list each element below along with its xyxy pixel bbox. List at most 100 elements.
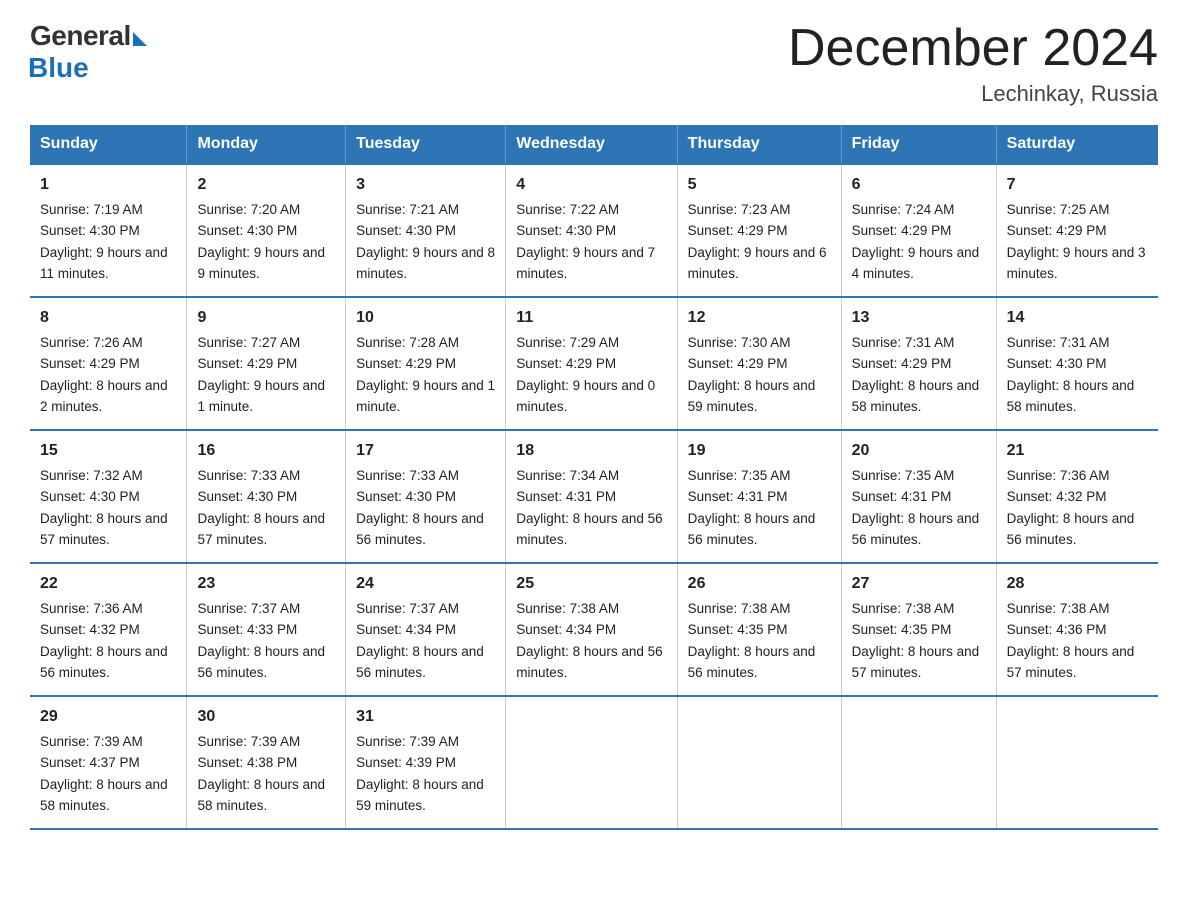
day-number: 22	[40, 572, 176, 596]
logo-arrow-icon	[133, 32, 147, 46]
day-number: 27	[852, 572, 986, 596]
day-number: 19	[688, 439, 831, 463]
calendar-week-row: 22 Sunrise: 7:36 AMSunset: 4:32 PMDayligh…	[30, 563, 1158, 696]
calendar-cell: 19 Sunrise: 7:35 AMSunset: 4:31 PMDayligh…	[677, 430, 841, 563]
day-number: 11	[516, 306, 666, 330]
calendar-cell: 13 Sunrise: 7:31 AMSunset: 4:29 PMDayligh…	[841, 297, 996, 430]
calendar-cell: 30Sunrise: 7:39 AMSunset: 4:38 PMDayligh…	[187, 696, 346, 829]
day-info: Sunrise: 7:33 AMSunset: 4:30 PMDaylight:…	[197, 468, 325, 547]
day-info: Sunrise: 7:36 AMSunset: 4:32 PMDaylight:…	[1007, 468, 1135, 547]
day-number: 17	[356, 439, 495, 463]
day-info: Sunrise: 7:31 AMSunset: 4:30 PMDaylight:…	[1007, 335, 1135, 414]
day-info: Sunrise: 7:38 AMSunset: 4:34 PMDaylight:…	[516, 601, 662, 680]
day-info: Sunrise: 7:28 AMSunset: 4:29 PMDaylight:…	[356, 335, 495, 414]
day-number: 10	[356, 306, 495, 330]
weekday-header-saturday: Saturday	[996, 125, 1158, 164]
day-info: Sunrise: 7:38 AMSunset: 4:36 PMDaylight:…	[1007, 601, 1135, 680]
calendar-week-row: 15 Sunrise: 7:32 AMSunset: 4:30 PMDayligh…	[30, 430, 1158, 563]
calendar-cell: 16 Sunrise: 7:33 AMSunset: 4:30 PMDayligh…	[187, 430, 346, 563]
day-info: Sunrise: 7:27 AMSunset: 4:29 PMDaylight:…	[197, 335, 325, 414]
calendar-cell: 2 Sunrise: 7:20 AMSunset: 4:30 PMDaylight…	[187, 164, 346, 297]
calendar-cell: 21 Sunrise: 7:36 AMSunset: 4:32 PMDayligh…	[996, 430, 1158, 563]
calendar-cell: 11Sunrise: 7:29 AMSunset: 4:29 PMDayligh…	[506, 297, 677, 430]
page-title: December 2024	[788, 20, 1158, 77]
day-info: Sunrise: 7:31 AMSunset: 4:29 PMDaylight:…	[852, 335, 980, 414]
day-info: Sunrise: 7:23 AMSunset: 4:29 PMDaylight:…	[688, 202, 827, 281]
logo: General Blue	[30, 20, 147, 84]
calendar-header: SundayMondayTuesdayWednesdayThursdayFrid…	[30, 125, 1158, 164]
calendar-cell	[996, 696, 1158, 829]
day-info: Sunrise: 7:26 AMSunset: 4:29 PMDaylight:…	[40, 335, 168, 414]
day-info: Sunrise: 7:35 AMSunset: 4:31 PMDaylight:…	[852, 468, 980, 547]
calendar-cell: 29 Sunrise: 7:39 AMSunset: 4:37 PMDayligh…	[30, 696, 187, 829]
calendar-cell: 12 Sunrise: 7:30 AMSunset: 4:29 PMDayligh…	[677, 297, 841, 430]
day-info: Sunrise: 7:22 AMSunset: 4:30 PMDaylight:…	[516, 202, 655, 281]
day-number: 16	[197, 439, 335, 463]
calendar-cell: 10 Sunrise: 7:28 AMSunset: 4:29 PMDayligh…	[346, 297, 506, 430]
day-number: 9	[197, 306, 335, 330]
day-number: 29	[40, 705, 176, 729]
weekday-header-thursday: Thursday	[677, 125, 841, 164]
calendar-cell	[841, 696, 996, 829]
day-number: 14	[1007, 306, 1148, 330]
calendar-cell: 8 Sunrise: 7:26 AMSunset: 4:29 PMDaylight…	[30, 297, 187, 430]
day-number: 6	[852, 173, 986, 197]
day-info: Sunrise: 7:24 AMSunset: 4:29 PMDaylight:…	[852, 202, 980, 281]
weekday-header-sunday: Sunday	[30, 125, 187, 164]
day-info: Sunrise: 7:32 AMSunset: 4:30 PMDaylight:…	[40, 468, 168, 547]
day-number: 13	[852, 306, 986, 330]
day-number: 21	[1007, 439, 1148, 463]
day-info: Sunrise: 7:21 AMSunset: 4:30 PMDaylight:…	[356, 202, 495, 281]
calendar-cell: 15 Sunrise: 7:32 AMSunset: 4:30 PMDayligh…	[30, 430, 187, 563]
day-info: Sunrise: 7:19 AMSunset: 4:30 PMDaylight:…	[40, 202, 168, 281]
day-number: 26	[688, 572, 831, 596]
calendar-cell: 24Sunrise: 7:37 AMSunset: 4:34 PMDayligh…	[346, 563, 506, 696]
day-number: 4	[516, 173, 666, 197]
day-info: Sunrise: 7:33 AMSunset: 4:30 PMDaylight:…	[356, 468, 484, 547]
calendar-cell: 7Sunrise: 7:25 AMSunset: 4:29 PMDaylight…	[996, 164, 1158, 297]
calendar-week-row: 8 Sunrise: 7:26 AMSunset: 4:29 PMDaylight…	[30, 297, 1158, 430]
weekday-header-friday: Friday	[841, 125, 996, 164]
day-number: 24	[356, 572, 495, 596]
weekday-header-wednesday: Wednesday	[506, 125, 677, 164]
day-number: 28	[1007, 572, 1148, 596]
day-number: 2	[197, 173, 335, 197]
calendar-cell	[506, 696, 677, 829]
page-header: General Blue December 2024 Lechinkay, Ru…	[30, 20, 1158, 107]
day-number: 30	[197, 705, 335, 729]
calendar-cell: 18Sunrise: 7:34 AMSunset: 4:31 PMDayligh…	[506, 430, 677, 563]
day-info: Sunrise: 7:39 AMSunset: 4:39 PMDaylight:…	[356, 734, 484, 813]
calendar-body: 1 Sunrise: 7:19 AMSunset: 4:30 PMDaylight…	[30, 164, 1158, 829]
day-info: Sunrise: 7:20 AMSunset: 4:30 PMDaylight:…	[197, 202, 325, 281]
calendar-week-row: 1 Sunrise: 7:19 AMSunset: 4:30 PMDaylight…	[30, 164, 1158, 297]
day-number: 5	[688, 173, 831, 197]
calendar-cell: 26Sunrise: 7:38 AMSunset: 4:35 PMDayligh…	[677, 563, 841, 696]
calendar-cell: 25 Sunrise: 7:38 AMSunset: 4:34 PMDayligh…	[506, 563, 677, 696]
calendar-cell: 9 Sunrise: 7:27 AMSunset: 4:29 PMDaylight…	[187, 297, 346, 430]
calendar-cell: 6 Sunrise: 7:24 AMSunset: 4:29 PMDaylight…	[841, 164, 996, 297]
day-info: Sunrise: 7:39 AMSunset: 4:37 PMDaylight:…	[40, 734, 168, 813]
calendar-cell	[677, 696, 841, 829]
page-subtitle: Lechinkay, Russia	[788, 81, 1158, 107]
calendar-cell: 20 Sunrise: 7:35 AMSunset: 4:31 PMDayligh…	[841, 430, 996, 563]
day-info: Sunrise: 7:34 AMSunset: 4:31 PMDaylight:…	[516, 468, 662, 547]
day-info: Sunrise: 7:36 AMSunset: 4:32 PMDaylight:…	[40, 601, 168, 680]
calendar-cell: 4 Sunrise: 7:22 AMSunset: 4:30 PMDaylight…	[506, 164, 677, 297]
day-info: Sunrise: 7:35 AMSunset: 4:31 PMDaylight:…	[688, 468, 816, 547]
calendar-cell: 27 Sunrise: 7:38 AMSunset: 4:35 PMDayligh…	[841, 563, 996, 696]
day-number: 20	[852, 439, 986, 463]
day-number: 12	[688, 306, 831, 330]
calendar-cell: 3Sunrise: 7:21 AMSunset: 4:30 PMDaylight…	[346, 164, 506, 297]
day-number: 8	[40, 306, 176, 330]
day-number: 25	[516, 572, 666, 596]
day-info: Sunrise: 7:38 AMSunset: 4:35 PMDaylight:…	[852, 601, 980, 680]
title-block: December 2024 Lechinkay, Russia	[788, 20, 1158, 107]
day-number: 1	[40, 173, 176, 197]
day-number: 15	[40, 439, 176, 463]
day-info: Sunrise: 7:30 AMSunset: 4:29 PMDaylight:…	[688, 335, 816, 414]
logo-general-text: General	[30, 20, 131, 52]
calendar-cell: 22 Sunrise: 7:36 AMSunset: 4:32 PMDayligh…	[30, 563, 187, 696]
calendar-cell: 1 Sunrise: 7:19 AMSunset: 4:30 PMDaylight…	[30, 164, 187, 297]
weekday-header-monday: Monday	[187, 125, 346, 164]
day-number: 7	[1007, 173, 1148, 197]
